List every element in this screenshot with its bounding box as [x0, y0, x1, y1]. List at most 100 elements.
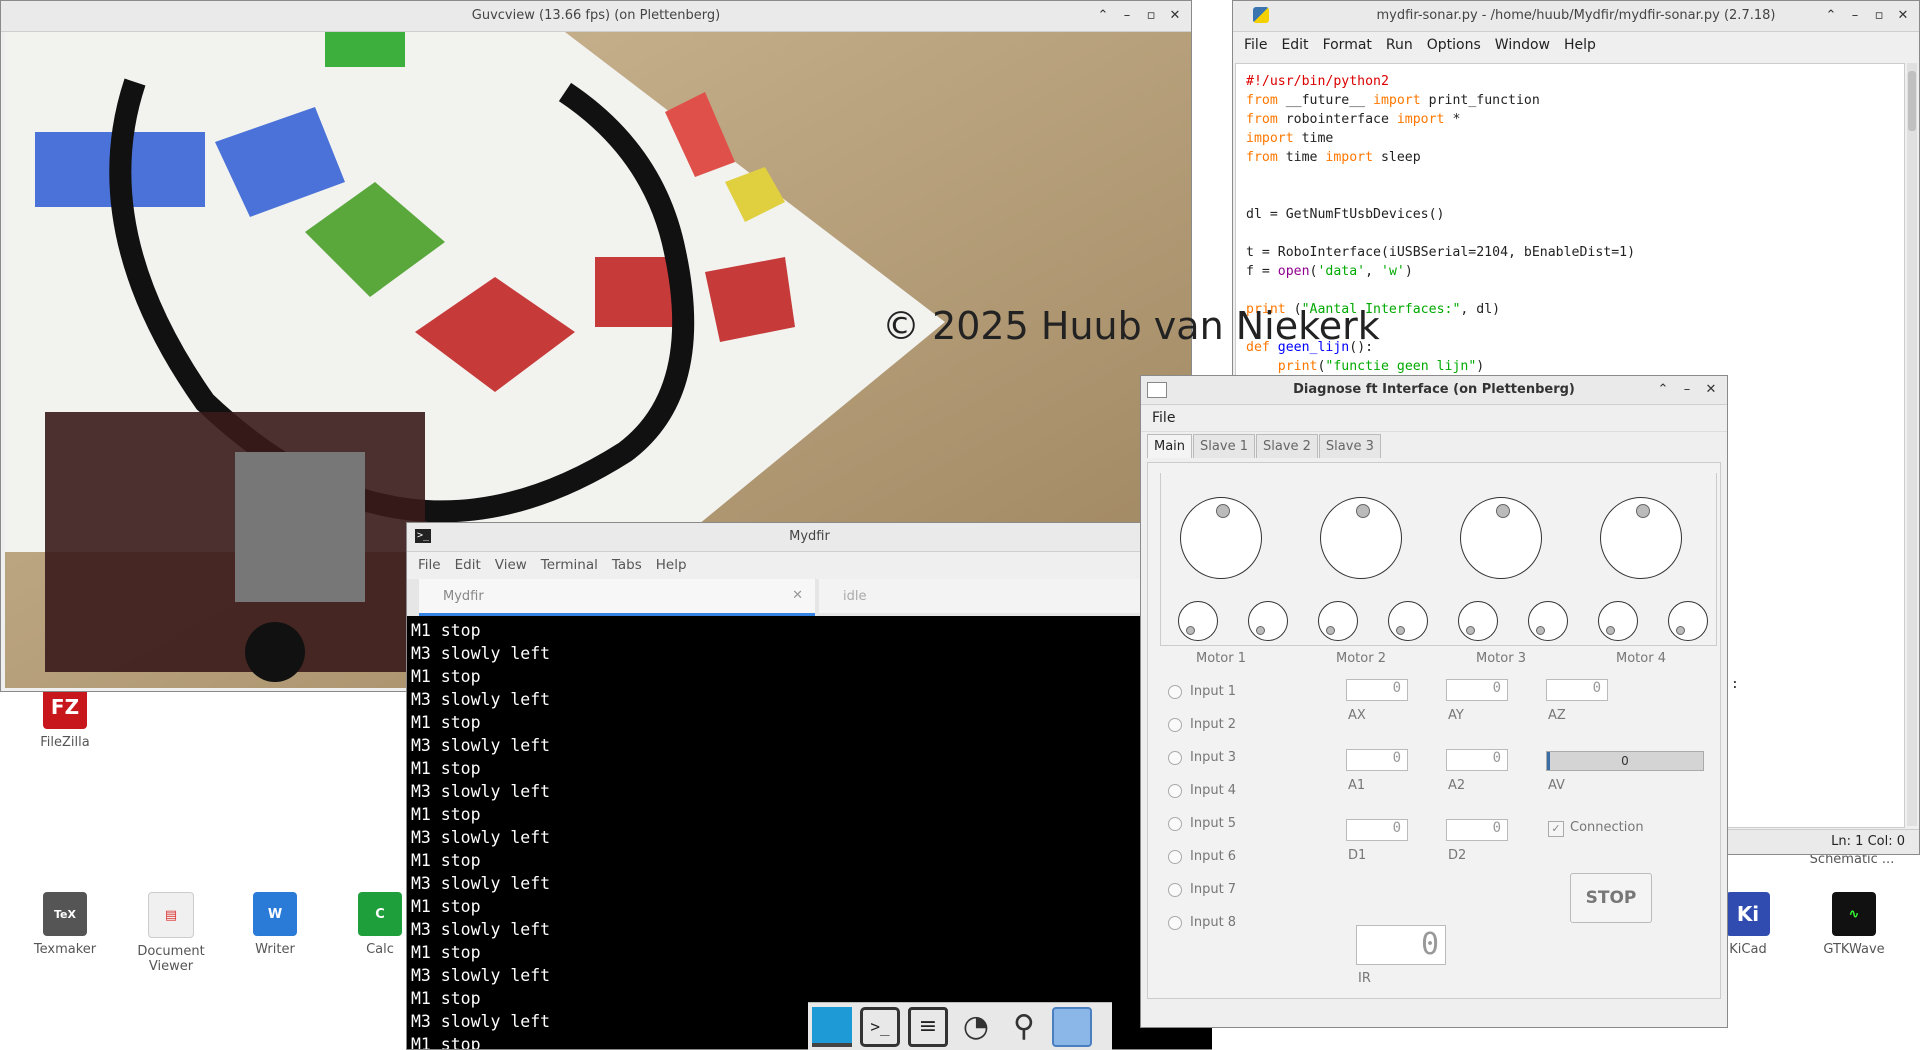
av-label: AV	[1548, 778, 1565, 793]
motor-4-dir-left-knob[interactable]	[1598, 601, 1638, 641]
terminal-line: M1 stop	[411, 943, 481, 962]
editor-scrollbar[interactable]	[1907, 63, 1917, 826]
motor-4-speed-knob[interactable]	[1600, 497, 1682, 579]
scrollbar-thumb[interactable]	[1908, 71, 1916, 131]
motor-2-dir-left-knob[interactable]	[1318, 601, 1358, 641]
menu-run[interactable]: Run	[1381, 35, 1418, 55]
minimize-icon[interactable]: –	[1677, 380, 1697, 400]
keep-above-icon[interactable]: ⌃	[1821, 6, 1841, 26]
close-icon[interactable]: ✕	[1893, 6, 1913, 26]
archive-icon[interactable]: ≡	[908, 1006, 948, 1047]
terminal-menubar: File Edit View Terminal Tabs Help	[407, 552, 1212, 578]
document-viewer-label: Document Viewer	[137, 944, 205, 974]
guvcview-titlebar[interactable]: Guvcview (13.66 fps) (on Plettenberg) ⌃ …	[1, 1, 1191, 32]
diagnose-main-panel: Motor 1 Motor 2 Motor 3 Motor 4 Input 1 …	[1147, 462, 1721, 999]
close-icon[interactable]: ✕	[1165, 6, 1185, 26]
motor-2-label: Motor 2	[1336, 651, 1386, 666]
keep-above-icon[interactable]: ⌃	[1093, 6, 1113, 26]
az-display: 0	[1546, 679, 1608, 701]
menu-file[interactable]: File	[413, 555, 446, 575]
input-5-indicator	[1168, 817, 1182, 831]
terminal-titlebar[interactable]: >_ Mydfir	[407, 523, 1212, 552]
desktop-icon-document-viewer[interactable]: ▤ Document Viewer	[121, 892, 221, 974]
motor-1-dir-left-knob[interactable]	[1178, 601, 1218, 641]
network-icon[interactable]: ◔	[956, 1007, 996, 1047]
terminal-tabbar: Mydfir ✕ idle	[407, 579, 1212, 616]
menu-help[interactable]: Help	[1559, 35, 1601, 55]
menu-format[interactable]: Format	[1318, 35, 1377, 55]
writer-icon: W	[253, 892, 297, 936]
motor-1-dir-right-knob[interactable]	[1248, 601, 1288, 641]
menu-help[interactable]: Help	[651, 555, 692, 575]
stop-button-label: STOP	[1585, 888, 1637, 908]
motor-2-speed-knob[interactable]	[1320, 497, 1402, 579]
terminal-icon[interactable]: >_	[860, 1006, 900, 1047]
terminal-line: M3 slowly left	[411, 782, 551, 801]
close-tab-icon[interactable]: ✕	[792, 588, 803, 603]
desktop-icon-texmaker[interactable]: TeX Texmaker	[15, 892, 115, 957]
motor-1-speed-knob[interactable]	[1180, 497, 1262, 579]
motor-3-dir-right-knob[interactable]	[1528, 601, 1568, 641]
editor-titlebar[interactable]: mydfir-sonar.py - /home/huub/Mydfir/mydf…	[1233, 1, 1919, 32]
input-6-indicator	[1168, 850, 1182, 864]
keep-above-icon[interactable]: ⌃	[1653, 380, 1673, 400]
diagnose-titlebar[interactable]: Diagnose ft Interface (on Plettenberg) ⌃…	[1141, 376, 1727, 405]
maximize-icon[interactable]: ▫	[1141, 6, 1161, 26]
input-7-indicator	[1168, 883, 1182, 897]
watermark: © 2025 Huub van Niekerk	[882, 304, 1380, 348]
motor-1-label: Motor 1	[1196, 651, 1246, 666]
menu-tabs[interactable]: Tabs	[607, 555, 647, 575]
input-4-label: Input 4	[1190, 783, 1237, 798]
tab-slave-2[interactable]: Slave 2	[1255, 434, 1318, 458]
ax-label: AX	[1348, 708, 1366, 723]
input-8-label: Input 8	[1190, 915, 1237, 930]
menu-terminal[interactable]: Terminal	[536, 555, 603, 575]
az-label: AZ	[1548, 708, 1566, 723]
desktop-icon-gtkwave[interactable]: ∿ GTKWave	[1804, 892, 1904, 957]
search-icon[interactable]: ⚲	[1004, 1007, 1044, 1047]
input-2-label: Input 2	[1190, 717, 1237, 732]
connection-label: Connection	[1570, 820, 1644, 835]
menu-edit[interactable]: Edit	[450, 555, 486, 575]
menu-edit[interactable]: Edit	[1276, 35, 1313, 55]
taskbar: >_ ≡ ◔ ⚲	[808, 1002, 1112, 1050]
input-7-label: Input 7	[1190, 882, 1237, 897]
motor-4-dir-right-knob[interactable]	[1668, 601, 1708, 641]
a2-label: A2	[1448, 778, 1466, 793]
gtkwave-label: GTKWave	[1823, 942, 1885, 957]
menu-options[interactable]: Options	[1422, 35, 1486, 55]
menu-file[interactable]: File	[1147, 408, 1180, 428]
terminal-line: M3 slowly left	[411, 966, 551, 985]
ir-display: 0	[1356, 925, 1446, 965]
app-icon[interactable]	[812, 1006, 852, 1047]
motor-3-dir-left-knob[interactable]	[1458, 601, 1498, 641]
menu-file[interactable]: File	[1239, 35, 1272, 55]
terminal-line: M3 slowly left	[411, 690, 551, 709]
input-1-indicator	[1168, 685, 1182, 699]
tab-main[interactable]: Main	[1147, 434, 1193, 458]
terminal-line: M1 stop	[411, 667, 481, 686]
motor-4-label: Motor 4	[1616, 651, 1666, 666]
maximize-icon[interactable]: ▫	[1869, 6, 1889, 26]
desktop-icon-writer[interactable]: W Writer	[225, 892, 325, 957]
tab-slave-1[interactable]: Slave 1	[1193, 434, 1255, 458]
gtkwave-icon: ∿	[1832, 892, 1876, 936]
input-1-label: Input 1	[1190, 684, 1237, 699]
menu-view[interactable]: View	[490, 555, 532, 575]
close-icon[interactable]: ✕	[1701, 380, 1721, 400]
connection-checkbox[interactable]: ✓	[1548, 821, 1564, 837]
motor-3-speed-knob[interactable]	[1460, 497, 1542, 579]
folder-icon[interactable]	[1052, 1006, 1092, 1047]
motor-2-dir-right-knob[interactable]	[1388, 601, 1428, 641]
tab-slave-3[interactable]: Slave 3	[1318, 434, 1381, 458]
tab-mydfir[interactable]: Mydfir ✕	[419, 579, 815, 616]
terminal-line: M3 slowly left	[411, 874, 551, 893]
minimize-icon[interactable]: –	[1117, 6, 1137, 26]
desktop-icon-filezilla[interactable]: FZ FileZilla	[15, 685, 115, 750]
menu-window[interactable]: Window	[1490, 35, 1555, 55]
input-8-indicator	[1168, 916, 1182, 930]
terminal-output[interactable]: M1 stop M3 slowly left M1 stop M3 slowly le…	[407, 616, 1212, 1049]
minimize-icon[interactable]: –	[1845, 6, 1865, 26]
stop-button[interactable]: STOP	[1570, 873, 1652, 923]
editor-title: mydfir-sonar.py - /home/huub/Mydfir/mydf…	[1376, 8, 1776, 23]
